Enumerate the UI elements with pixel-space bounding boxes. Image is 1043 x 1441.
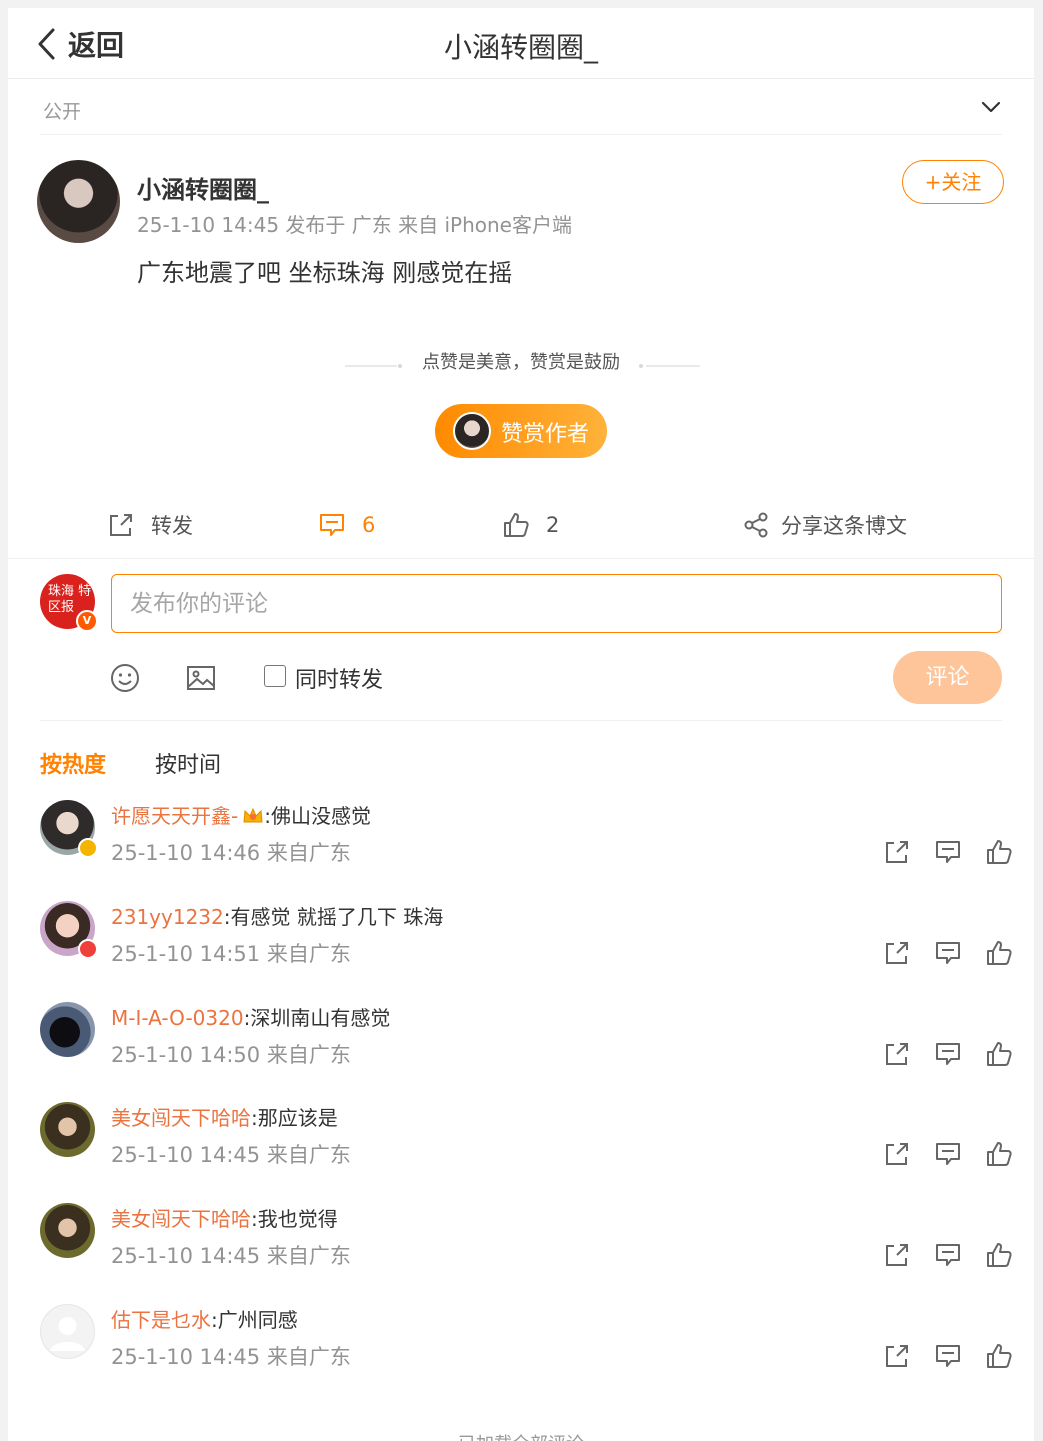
comment-username[interactable]: 美女闯天下哈哈	[111, 1106, 251, 1130]
share-icon	[744, 512, 768, 538]
user-icon	[50, 1317, 85, 1351]
comment-input[interactable]	[111, 574, 1002, 633]
comment-item: 美女闯天下哈哈:那应该是 25-1-10 14:45 来自广东	[40, 1102, 1012, 1192]
post-detail-page: 返回 小涵转圈圈_ 公开 小涵转圈圈_ 25-1-10 14:45 发布于 广东…	[8, 8, 1034, 1441]
comment-username[interactable]: 美女闯天下哈哈	[111, 1207, 251, 1231]
repost-icon[interactable]	[883, 1342, 911, 1370]
comment-icon[interactable]	[934, 1040, 962, 1068]
comment-item: 估下是乜水:广州同感 25-1-10 14:45 来自广东	[40, 1304, 1012, 1394]
repost-checkbox-label[interactable]: 同时转发	[295, 662, 383, 694]
post-text: 广东地震了吧 坐标珠海 刚感觉在摇	[137, 259, 513, 287]
comment-username[interactable]: M-I-A-O-0320	[111, 1006, 244, 1030]
repost-icon[interactable]	[883, 1040, 911, 1068]
comment-text: :那应该是	[251, 1106, 338, 1130]
comment-item: 231yy1232:有感觉 就摇了几下 珠海 25-1-10 14:51 来自广…	[40, 901, 1012, 991]
commenter-avatar[interactable]	[40, 1002, 95, 1057]
tab-sort-hot[interactable]: 按热度	[40, 747, 106, 779]
comment-line: 美女闯天下哈哈:那应该是	[111, 1102, 338, 1131]
top-bar: 返回 小涵转圈圈_	[8, 8, 1034, 79]
thumbs-up-icon[interactable]	[985, 1342, 1013, 1370]
comment-text: :我也觉得	[251, 1207, 338, 1231]
comment-time: 25-1-10 14:46 来自广东	[111, 841, 351, 865]
reward-tip: 点赞是美意，赞赏是鼓励	[422, 352, 620, 373]
page-title: 小涵转圈圈_	[443, 31, 598, 64]
comment-time: 25-1-10 14:50 来自广东	[111, 1043, 351, 1067]
comment-time: 25-1-10 14:51 来自广东	[111, 942, 351, 966]
comment-button[interactable]: 6	[318, 500, 375, 550]
comment-icon[interactable]	[934, 1342, 962, 1370]
comment-count: 6	[362, 513, 376, 537]
my-avatar[interactable]: 珠海 特区报 V	[40, 574, 98, 632]
repost-button[interactable]: 转发	[107, 500, 193, 550]
comment-text: :广州同感	[211, 1308, 298, 1332]
action-bar: 转发 6 2 分享这条博文	[8, 500, 1034, 559]
like-count: 2	[546, 513, 560, 537]
author-name[interactable]: 小涵转圈圈_	[137, 170, 269, 205]
comment-text: :佛山没感觉	[264, 804, 371, 828]
comment-time: 25-1-10 14:45 来自广东	[111, 1345, 351, 1369]
comment-time: 25-1-10 14:45 来自广东	[111, 1244, 351, 1268]
reward-label: 赞赏作者	[501, 422, 590, 447]
repost-icon[interactable]	[883, 1140, 911, 1168]
comment-line: 美女闯天下哈哈:我也觉得	[111, 1203, 338, 1232]
comment-line: 231yy1232:有感觉 就摇了几下 珠海	[111, 901, 443, 930]
comment-icon[interactable]	[934, 1140, 962, 1168]
comment-icon[interactable]	[934, 1241, 962, 1269]
comment-line: 许愿天天开鑫- :佛山没感觉	[111, 800, 371, 829]
reward-avatar	[453, 412, 491, 450]
post-meta: 25-1-10 14:45 发布于 广东 来自 iPhone客户端	[137, 213, 572, 237]
repost-checkbox[interactable]	[264, 665, 286, 687]
commenter-avatar[interactable]	[40, 1102, 95, 1157]
share-label: 分享这条博文	[781, 514, 907, 538]
load-complete-tip: 已加载全部评论	[8, 1430, 1034, 1441]
verified-badge-icon: V	[76, 610, 98, 632]
comment-text: :有感觉 就摇了几下 珠海	[223, 905, 444, 929]
comment-item: M-I-A-O-0320:深圳南山有感觉 25-1-10 14:50 来自广东	[40, 1002, 1012, 1092]
thumbs-up-icon[interactable]	[985, 1040, 1013, 1068]
comment-line: 估下是乜水:广州同感	[111, 1304, 298, 1333]
thumbs-up-icon[interactable]	[985, 1241, 1013, 1269]
repost-icon[interactable]	[883, 1241, 911, 1269]
submit-comment-button[interactable]: 评论	[893, 651, 1002, 704]
comment-icon[interactable]	[934, 939, 962, 967]
comment-text: :深圳南山有感觉	[243, 1006, 391, 1030]
visibility-label: 公开	[43, 101, 82, 123]
commenter-avatar[interactable]	[40, 1203, 95, 1258]
default-avatar[interactable]	[40, 1304, 95, 1359]
comment-username[interactable]: 估下是乜水	[111, 1308, 211, 1332]
comment-icon	[320, 514, 344, 536]
divider	[40, 720, 1002, 721]
comment-item: 许愿天天开鑫- :佛山没感觉 25-1-10 14:46 来自广东	[40, 800, 1012, 890]
image-icon[interactable]	[185, 662, 217, 694]
author-avatar[interactable]	[37, 160, 120, 243]
follow-button[interactable]: +关注	[902, 160, 1004, 204]
thumbs-up-icon	[504, 513, 529, 537]
thumbs-up-icon[interactable]	[985, 939, 1013, 967]
comment-username[interactable]: 许愿天天开鑫-	[111, 804, 238, 828]
comment-time: 25-1-10 14:45 来自广东	[111, 1143, 351, 1167]
share-button[interactable]: 分享这条博文	[743, 500, 907, 550]
repost-icon[interactable]	[883, 838, 911, 866]
repost-icon	[110, 514, 132, 536]
thumbs-up-icon[interactable]	[985, 838, 1013, 866]
chevron-down-icon[interactable]	[980, 96, 1002, 118]
comment-line: M-I-A-O-0320:深圳南山有感觉	[111, 1002, 390, 1031]
verified-badge-icon	[78, 838, 98, 858]
divider-line-right	[638, 355, 700, 368]
crown-icon	[243, 807, 263, 823]
reward-author-button[interactable]: 赞赏作者	[435, 404, 607, 458]
member-badge-icon	[78, 939, 98, 959]
emoji-icon[interactable]	[109, 662, 141, 694]
visibility-row[interactable]: 公开	[40, 80, 1002, 135]
repost-icon[interactable]	[883, 939, 911, 967]
comment-icon[interactable]	[934, 838, 962, 866]
thumbs-up-icon[interactable]	[985, 1140, 1013, 1168]
comment-item: 美女闯天下哈哈:我也觉得 25-1-10 14:45 来自广东	[40, 1203, 1012, 1293]
like-button[interactable]: 2	[502, 500, 559, 550]
comment-username[interactable]: 231yy1232	[111, 905, 224, 929]
tab-sort-time[interactable]: 按时间	[155, 747, 221, 779]
repost-label: 转发	[151, 514, 193, 538]
